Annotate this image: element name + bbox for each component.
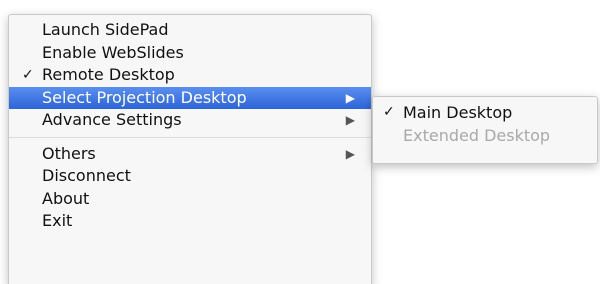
menu-item-select-projection-desktop[interactable]: Select Projection Desktop ▶ [9,86,371,109]
menu-item-label: Others [42,143,96,163]
submenu-arrow-icon: ▶ [345,113,355,127]
menu-item-label: Select Projection Desktop [42,87,247,107]
menu-item-label: Exit [42,211,73,230]
submenu-arrow-icon: ▶ [345,90,355,105]
submenu-arrow-icon: ▶ [345,146,355,161]
menu-item-about[interactable]: About [9,188,371,211]
submenu-item-label: Main Desktop [403,103,513,122]
checkmark-icon: ✓ [383,104,395,120]
submenu-item-extended-desktop: Extended Desktop [373,124,597,147]
menu-item-exit[interactable]: Exit [9,210,371,233]
menu-item-advance-settings[interactable]: Advance Settings ▶ [9,109,371,132]
menu-item-label: Disconnect [42,166,131,185]
menu-item-enable-webslides[interactable]: Enable WebSlides [9,42,371,65]
screen: Launch SidePad Enable WebSlides ✓ Remote… [0,0,600,284]
checkmark-icon: ✓ [22,67,34,83]
menu-item-label: Launch SidePad [42,20,169,39]
submenu-item-label: Extended Desktop [403,126,551,145]
menu-item-label: About [42,188,90,208]
menu-item-label: Advance Settings [42,110,182,129]
menu-item-remote-desktop[interactable]: ✓ Remote Desktop [9,64,371,87]
projection-desktop-submenu: ✓ Main Desktop Extended Desktop [372,96,598,164]
menu-separator [9,136,371,138]
menu-item-disconnect[interactable]: Disconnect [9,165,371,188]
context-menu: Launch SidePad Enable WebSlides ✓ Remote… [8,14,372,284]
submenu-item-main-desktop[interactable]: ✓ Main Desktop [373,101,597,124]
menu-item-label: Enable WebSlides [42,42,184,62]
menu-item-others[interactable]: Others ▶ [9,143,371,166]
menu-item-label: Remote Desktop [42,65,175,84]
menu-item-launch-sidepad[interactable]: Launch SidePad [9,19,371,42]
